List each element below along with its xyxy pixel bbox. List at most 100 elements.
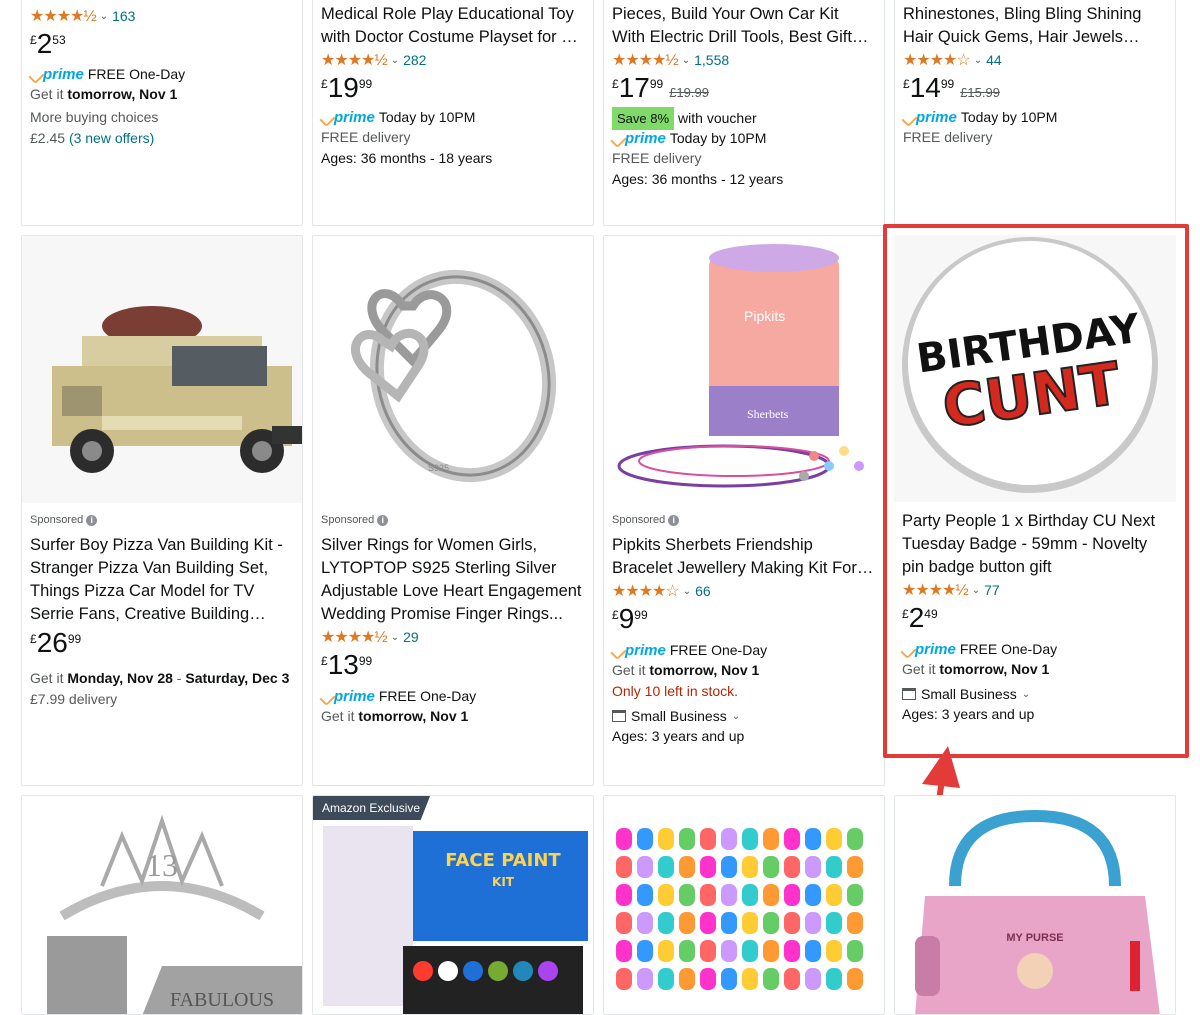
nail-sticker xyxy=(679,828,695,850)
product-image[interactable]: BIRTHDAY CUNT xyxy=(894,235,1176,502)
offer-price: £2.45 xyxy=(30,130,66,146)
product-title[interactable]: Pieces, Build Your Own Car Kit With Elec… xyxy=(612,3,876,49)
nail-sticker xyxy=(637,856,653,878)
nail-sticker xyxy=(616,968,632,990)
chevron-down-icon[interactable]: ⌄ xyxy=(974,55,982,66)
save-badge[interactable]: Save 8% xyxy=(612,107,675,130)
product-card[interactable] xyxy=(603,795,885,1015)
chevron-down-icon[interactable]: ⌄ xyxy=(732,711,740,722)
product-title[interactable]: Rhinestones, Bling Bling Shining Hair Qu… xyxy=(903,3,1167,49)
product-card[interactable]: Pipkits Sherbets Sponsored i Pipkits Sher… xyxy=(603,235,885,786)
nail-sticker xyxy=(742,940,758,962)
price-fraction: 53 xyxy=(52,33,66,47)
voucher-row[interactable]: Save 8% with voucher xyxy=(612,107,876,130)
review-count-link[interactable]: 1,558 xyxy=(694,52,729,68)
prime-logo-icon: prime xyxy=(30,66,84,83)
shop-icon xyxy=(612,710,626,722)
new-offers-link[interactable]: (3 new offers) xyxy=(69,130,154,146)
review-count-link[interactable]: 163 xyxy=(112,8,135,24)
chevron-down-icon[interactable]: ⌄ xyxy=(100,11,108,22)
product-image[interactable] xyxy=(22,236,302,503)
chevron-down-icon[interactable]: ⌄ xyxy=(972,585,980,596)
product-card[interactable]: Rhinestones, Bling Bling Shining Hair Qu… xyxy=(894,0,1176,226)
price[interactable]: £ 2 49 xyxy=(902,603,1168,637)
review-count-link[interactable]: 29 xyxy=(403,629,419,645)
badge-image: BIRTHDAY CUNT xyxy=(902,237,1158,493)
currency-symbol: £ xyxy=(321,77,328,91)
small-business-badge[interactable]: Small Business ⌄ xyxy=(902,686,1168,702)
rating-row[interactable]: ★★★★½ ⌄ 77 xyxy=(902,579,1168,601)
get-it-label: Get it xyxy=(30,86,64,102)
price[interactable]: £ 19 99 xyxy=(321,73,585,107)
product-image[interactable]: FACE PAINT KIT xyxy=(313,796,593,1014)
price-whole: 14 xyxy=(909,72,941,103)
chevron-down-icon[interactable]: ⌄ xyxy=(391,55,399,66)
rating-row[interactable]: ★★★★☆ ⌄ 66 xyxy=(612,580,876,602)
nail-sticker xyxy=(637,968,653,990)
product-card[interactable]: ★★★★½ ⌄ 163 £ 2 53 prime FREE One-Day Ge… xyxy=(21,0,303,226)
product-card[interactable]: Medical Role Play Educational Toy with D… xyxy=(312,0,594,226)
product-image[interactable]: Pipkits Sherbets xyxy=(604,236,884,503)
chevron-down-icon[interactable]: ⌄ xyxy=(1022,689,1030,700)
nail-sticker xyxy=(658,856,674,878)
product-title[interactable]: Medical Role Play Educational Toy with D… xyxy=(321,3,585,49)
chevron-down-icon[interactable]: ⌄ xyxy=(391,632,399,643)
price-fraction: 99 xyxy=(67,632,82,646)
star-rating-icon: ★★★★½ xyxy=(321,52,388,69)
stock-warning: Only 10 left in stock. xyxy=(612,683,739,699)
sponsored-label[interactable]: Sponsored i xyxy=(612,514,876,526)
product-image[interactable]: MY PURSE xyxy=(895,796,1175,1014)
sponsored-label[interactable]: Sponsored i xyxy=(30,514,294,526)
prime-delivery: prime Today by 10PM xyxy=(903,109,1057,126)
delivery-date: Get it tomorrow, Nov 1 xyxy=(321,706,585,727)
nail-sticker xyxy=(763,828,779,850)
price[interactable]: £ 9 99 xyxy=(612,604,876,638)
small-business-badge[interactable]: Small Business ⌄ xyxy=(612,708,876,724)
rating-row[interactable]: ★★★★½ ⌄ 282 xyxy=(321,49,585,71)
product-card[interactable]: MY PURSE xyxy=(894,795,1176,1015)
nail-sticker xyxy=(847,940,863,962)
product-title[interactable]: Silver Rings for Women Girls, LYTOPTOP S… xyxy=(321,534,585,626)
price[interactable]: £ 13 99 xyxy=(321,650,585,684)
nail-sticker xyxy=(700,912,716,934)
price[interactable]: £ 26 99 xyxy=(30,628,294,662)
product-title[interactable]: Pipkits Sherbets Friendship Bracelet Jew… xyxy=(612,534,876,580)
prime-text: FREE One-Day xyxy=(669,642,768,658)
product-image[interactable] xyxy=(604,796,884,1014)
sponsored-label[interactable]: Sponsored i xyxy=(321,514,585,526)
prime-text: Today by 10PM xyxy=(669,130,767,146)
product-title[interactable]: Surfer Boy Pizza Van Building Kit - Stra… xyxy=(30,534,294,626)
nail-sticker xyxy=(742,856,758,878)
price[interactable]: £ 17 99 £19.99 xyxy=(612,73,876,107)
info-icon[interactable]: i xyxy=(668,514,680,526)
get-it-label: Get it xyxy=(612,662,646,678)
nail-sticker xyxy=(679,968,695,990)
product-card[interactable]: Sponsored i Surfer Boy Pizza Van Building… xyxy=(21,235,303,786)
info-icon[interactable]: i xyxy=(86,514,98,526)
nail-sticker xyxy=(700,968,716,990)
price[interactable]: £ 2 53 xyxy=(30,29,294,63)
info-icon[interactable]: i xyxy=(377,514,389,526)
product-image[interactable]: 13 FABULOUS xyxy=(22,796,302,1014)
product-image[interactable]: S925 xyxy=(313,236,593,503)
get-it-label: Get it xyxy=(321,708,355,724)
review-count-link[interactable]: 44 xyxy=(986,52,1002,68)
product-card[interactable]: S925 Sponsored i Silver Rings for Women G… xyxy=(312,235,594,786)
review-count-link[interactable]: 282 xyxy=(403,52,426,68)
product-card[interactable]: 13 FABULOUS xyxy=(21,795,303,1015)
product-card[interactable]: BIRTHDAY CUNT Party People 1 x Birthday … xyxy=(894,235,1176,751)
rating-row[interactable]: ★★★★☆ ⌄ 44 xyxy=(903,49,1167,71)
product-card[interactable]: FACE PAINT KIT Amazon Exclusive xyxy=(312,795,594,1015)
product-card[interactable]: Pieces, Build Your Own Car Kit With Elec… xyxy=(603,0,885,226)
nail-sticker xyxy=(637,940,653,962)
review-count-link[interactable]: 77 xyxy=(984,582,1000,598)
rating-row[interactable]: ★★★★½ ⌄ 163 xyxy=(30,5,294,27)
rating-row[interactable]: ★★★★½ ⌄ 1,558 xyxy=(612,49,876,71)
price[interactable]: £ 14 99 £15.99 xyxy=(903,73,1167,107)
chevron-down-icon[interactable]: ⌄ xyxy=(682,55,690,66)
review-count-link[interactable]: 66 xyxy=(695,583,711,599)
purse-toy-image: MY PURSE xyxy=(915,809,1160,1014)
rating-row[interactable]: ★★★★½ ⌄ 29 xyxy=(321,626,585,648)
product-title[interactable]: Party People 1 x Birthday CU Next Tuesda… xyxy=(902,510,1168,579)
chevron-down-icon[interactable]: ⌄ xyxy=(683,586,691,597)
